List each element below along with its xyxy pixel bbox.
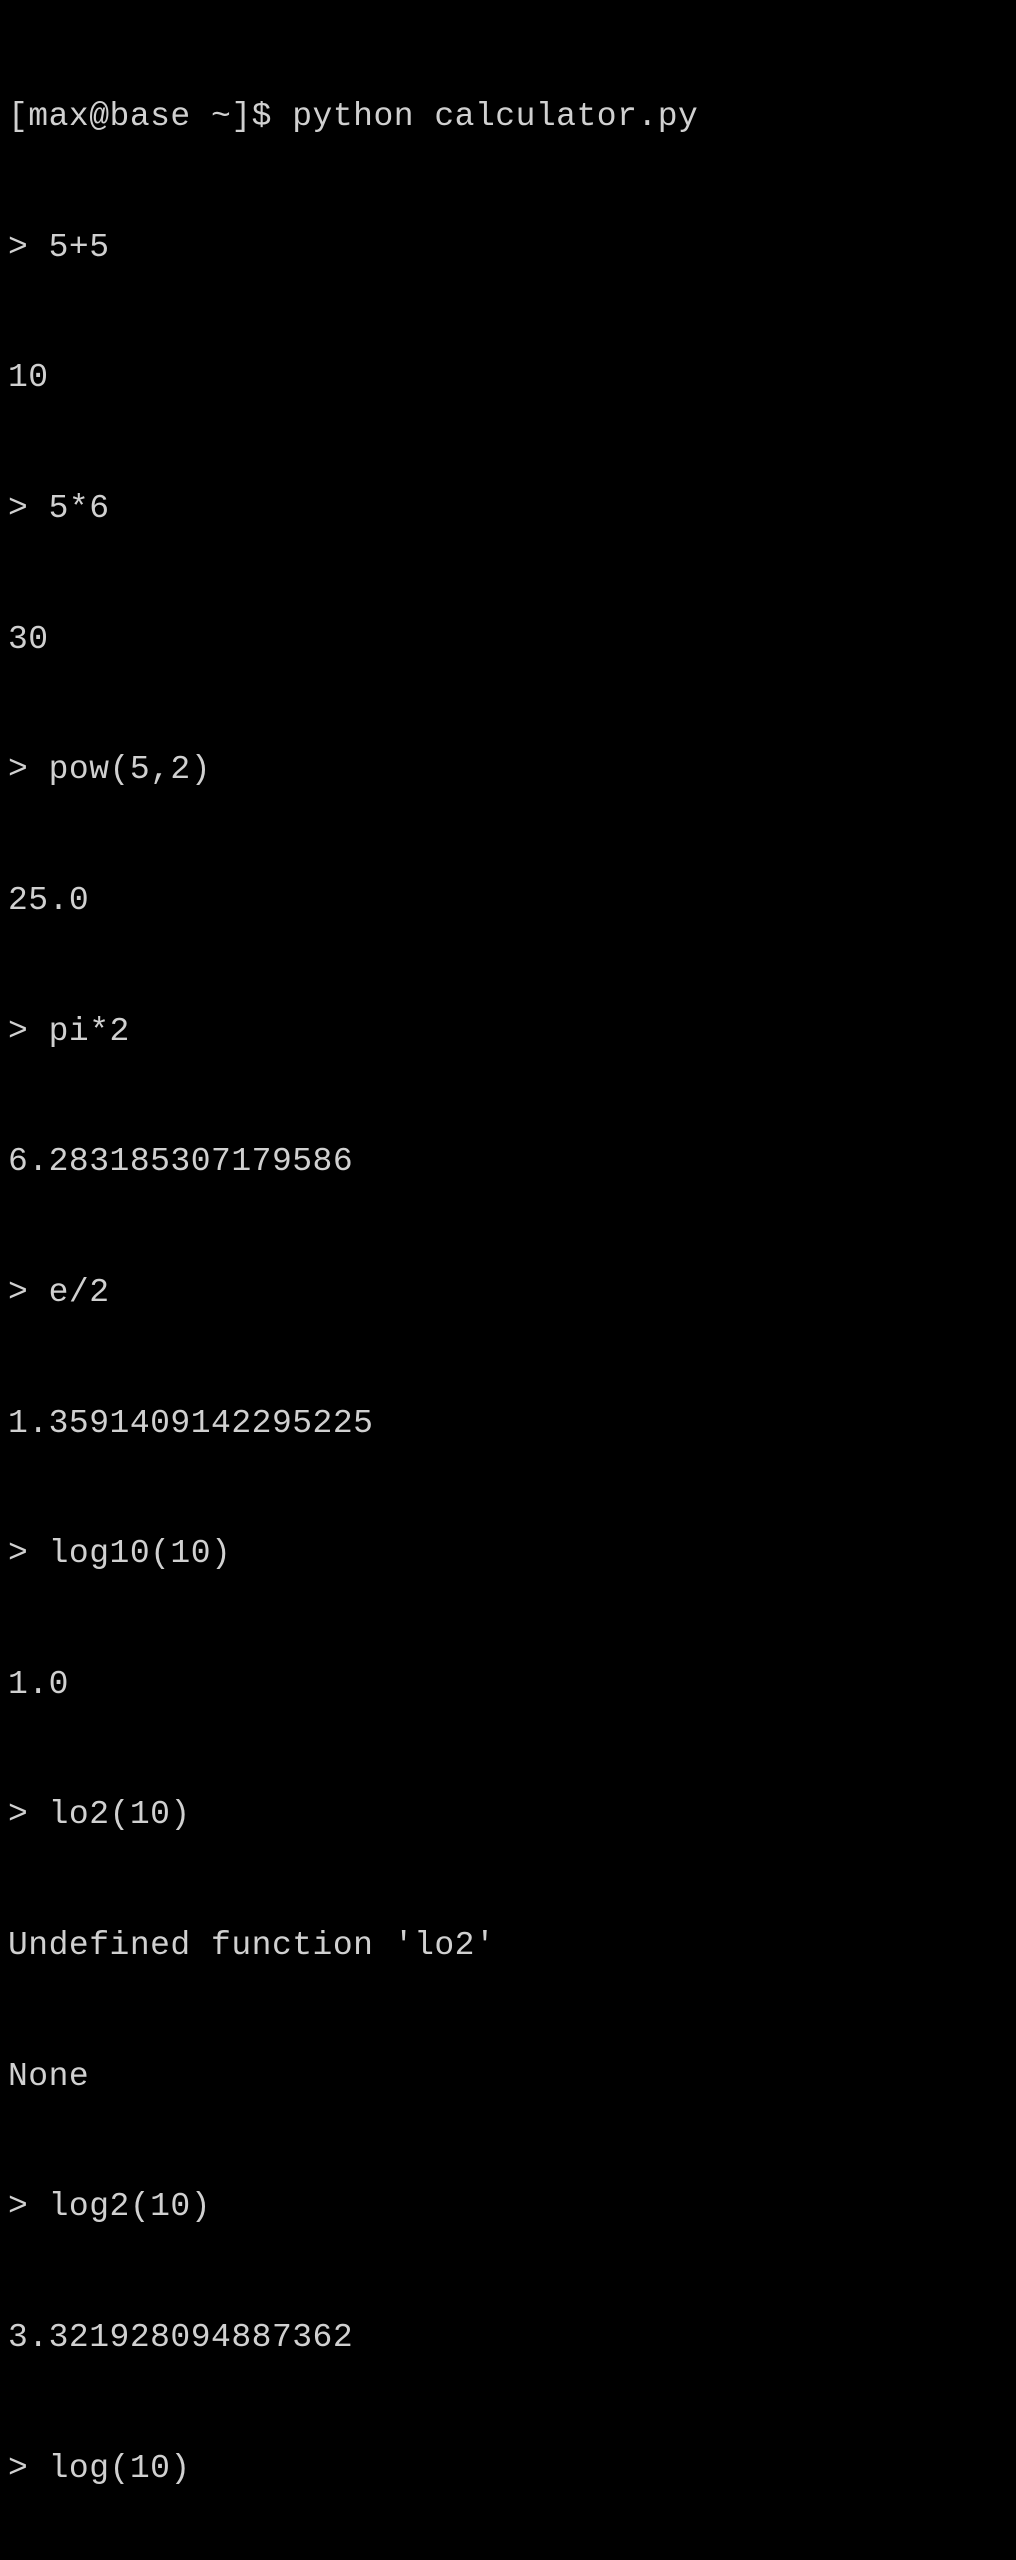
terminal-line: > log2(10) [8,2185,1008,2229]
terminal-line: 1.3591409142295225 [8,1402,1008,1446]
terminal-line: None [8,2055,1008,2099]
terminal-line: > e/2 [8,1271,1008,1315]
terminal-line: 6.283185307179586 [8,1140,1008,1184]
terminal-line: 3.321928094887362 [8,2316,1008,2360]
terminal-line: > 5*6 [8,487,1008,531]
terminal-line: [max@base ~]$ python calculator.py [8,95,1008,139]
terminal-line: 1.0 [8,1663,1008,1707]
terminal-output[interactable]: [max@base ~]$ python calculator.py > 5+5… [8,8,1008,2560]
terminal-line: > pow(5,2) [8,748,1008,792]
terminal-line: 10 [8,356,1008,400]
terminal-line: 25.0 [8,879,1008,923]
terminal-line: > log10(10) [8,1532,1008,1576]
terminal-line: Undefined function 'lo2' [8,1924,1008,1968]
terminal-line: > 5+5 [8,226,1008,270]
terminal-line: 30 [8,618,1008,662]
terminal-line: > pi*2 [8,1010,1008,1054]
terminal-line: > log(10) [8,2447,1008,2491]
terminal-line: > lo2(10) [8,1793,1008,1837]
